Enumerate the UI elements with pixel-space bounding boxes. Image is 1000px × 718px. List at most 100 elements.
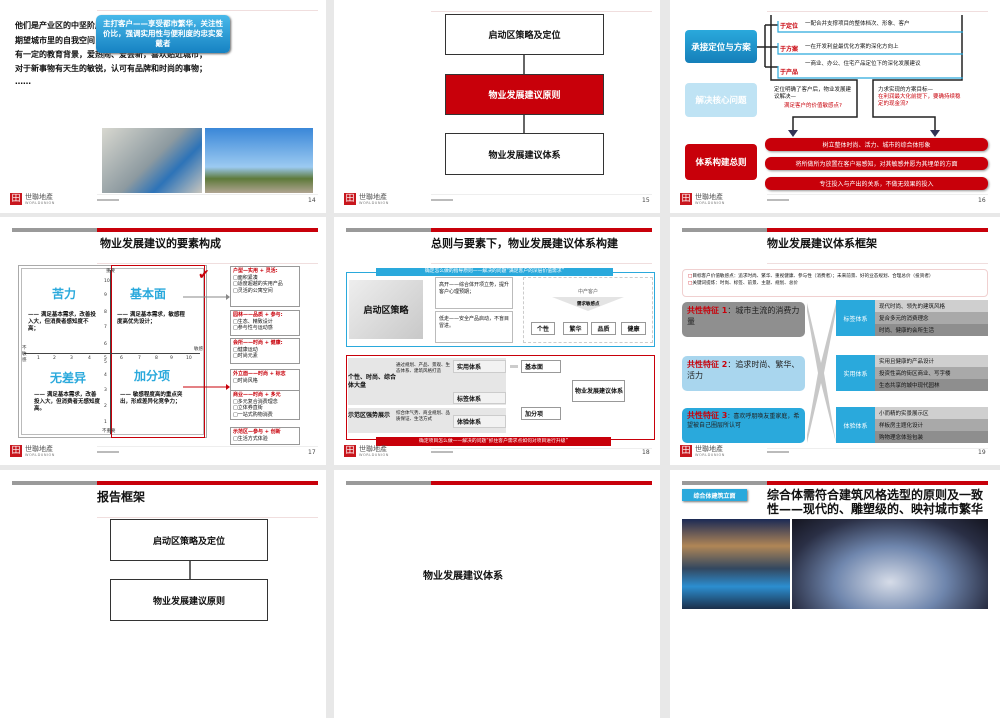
panel-item: □时尚元素 <box>233 353 258 359</box>
note-line: □关键词提炼：时尚、标签、前景、主题、规划、总价 <box>688 281 799 286</box>
tactic-high: 高开——综合体开项立势，提升客户心理预期； <box>435 277 513 309</box>
footer-text <box>431 451 453 453</box>
photo-worker <box>102 128 202 193</box>
slide-thumbnail-19[interactable]: 物业发展建议体系框架 □目标客户价值敏感点：追求时尚、繁华、重视健康、参与性（消… <box>670 217 1000 465</box>
divider <box>431 263 652 264</box>
branch-key: 于产品 <box>780 69 799 76</box>
feature-card: 共性特征 3：喜欢呼朋唤友重家庭，希望被自己圈层所认可 <box>682 408 805 443</box>
system-label: 实用体系 <box>836 355 875 391</box>
system-label: 体验体系 <box>836 407 875 443</box>
base-box: 基本面 <box>521 360 561 373</box>
callout-bubble: 主打客户——享受都市繁华，关注性价比，强调实用性与便利度的忠实爱戴者 <box>96 15 230 53</box>
footer-line <box>767 448 988 449</box>
footer-text <box>431 199 453 201</box>
result-box: 物业发展建议体系 <box>572 380 625 402</box>
question-left-red: 满足客户的价值敏感点? <box>784 103 842 109</box>
slide-title: 物业发展建议体系框架 <box>767 237 877 250</box>
header-bar-gray <box>12 481 97 485</box>
label-positioning: 承接定位与方案 <box>685 30 757 63</box>
footer-line <box>431 194 652 195</box>
header-bar-gray <box>346 481 431 485</box>
slide-thumbnail-15[interactable]: 启动区策略及定位 物业发展建议原则 物业发展建议体系 田世聯地產 WORLDUNI… <box>334 0 660 213</box>
box-principles: 物业发展建议原则 <box>110 579 268 621</box>
need-tag: 个性 <box>531 322 555 335</box>
panel-item: □灵活的公寓空间 <box>233 287 273 294</box>
slide-thumbnail-22[interactable]: 综合体建筑立面 综合体需符合建筑风格选型的原则及一致性——现代的、雕塑级的、映衬… <box>670 470 1000 718</box>
customer-label: 中产客户 <box>578 289 599 295</box>
company-logo: 田世聯地產 WORLDUNION <box>344 445 389 457</box>
principle-pill: 将所做所为放置在客户易感知，对其敏感并愿为其埋单的方面 <box>765 157 988 170</box>
body-line: …… <box>15 77 31 86</box>
system-practical: 实用体系 <box>453 360 506 373</box>
need-tag: 健康 <box>621 322 646 335</box>
page-number: 17 <box>308 449 316 456</box>
connector <box>189 561 191 579</box>
company-logo: 田世聯地產 WORLDUNION <box>10 193 55 205</box>
system-row: 投资性高的街区商业、写字楼 <box>875 367 988 379</box>
system-label: 标签体系 <box>836 300 875 336</box>
footer-text <box>97 199 119 201</box>
photo-night-render <box>682 519 790 609</box>
element-panel: 园林——品质 + 参与: □生态、精致设计 □参与性与运动感 <box>230 310 300 336</box>
box-principles-highlighted: 物业发展建议原则 <box>445 74 604 115</box>
system-row: 小而精的实景展示区 <box>875 407 988 419</box>
divider <box>97 517 318 518</box>
panel-item: □生活方式体验 <box>233 435 268 442</box>
header-bar-red <box>431 481 652 485</box>
group-b-desc: 综合体气势、商业规划、品质保证、生活方式 <box>396 411 450 422</box>
strategy-box: 启动区策略 <box>349 280 423 339</box>
panel-item: □参与性与运动感 <box>233 325 273 331</box>
branch-key: 于定位 <box>780 23 799 30</box>
question-right: 力求实现的方案目标— <box>878 87 934 93</box>
section-tag: 综合体建筑立面 <box>682 489 747 501</box>
element-panel: 示范区—参与 + 创新 □生活方式体验 <box>230 427 300 445</box>
principle-pill: 专注投入与产出的关系，不做无效果的投入 <box>765 177 988 190</box>
element-panel: 会所——时尚 + 健康: □健康运动 □时尚元素 <box>230 338 300 364</box>
panel-item: □一站式购物消费 <box>233 411 273 418</box>
system-label: 标签体系 <box>453 392 506 404</box>
feature-card: 共性特征 1：城市主流的消费力量 <box>682 302 805 337</box>
need-tag: 品质 <box>591 322 616 335</box>
slide-thumbnail-14[interactable]: 他们是产业区的中坚阶层，事业发展蒸蒸日上； 期望城市里的自我空间，讲究生活便利和… <box>0 0 326 213</box>
element-panel: 商业——时尚 + 多元 □多元复合消费理念 □立体券直街 □一站式购物消费 <box>230 390 300 420</box>
system-row: 复合多元的消费理念 <box>875 312 988 324</box>
page-number: 16 <box>978 197 986 204</box>
footer-line <box>767 194 988 195</box>
header-bar-gray <box>682 228 767 232</box>
footer-text <box>767 451 789 453</box>
branch-key: 于方案 <box>780 46 799 53</box>
slide-thumbnail-16[interactable]: 承接定位与方案 解决核心问题 体系构建总则 于定位 一配合并支撑项目的整体档次、… <box>670 0 1000 213</box>
photo-businessman <box>205 128 313 193</box>
system-row: 实用且健康的产品设计 <box>875 355 988 367</box>
branch-text: 一商业、办公、住宅产品定位下的深化发展建议 <box>805 61 921 67</box>
footer-line <box>97 446 318 447</box>
slide-title: 综合体需符合建筑风格选型的原则及一致性——现代的、雕塑级的、映衬城市繁华 <box>767 488 984 516</box>
footer-text <box>767 199 789 201</box>
company-logo: 田世聯地產 WORLDUNION <box>344 193 389 205</box>
photo-towers <box>792 519 988 609</box>
section-heading: 物业发展建议体系 <box>423 571 503 582</box>
panel-item: □时尚风格 <box>233 377 258 384</box>
group-b-title: 示范区强势展示 <box>348 412 391 419</box>
slide-thumbnail-21[interactable]: 物业发展建议体系 <box>334 470 660 718</box>
box-startup-strategy: 启动区策略及定位 <box>445 14 604 55</box>
slide-title: 总则与要素下，物业发展建议体系构建 <box>431 237 618 250</box>
divider <box>97 10 318 11</box>
header-bar-gray <box>682 481 767 485</box>
slide-thumbnail-18[interactable]: 总则与要素下，物业发展建议体系构建 确定怎么做的指导原则——解决的问题“满足客户… <box>334 217 660 465</box>
question-right-red: 在利润最大化前提下，要确持续稳定的现金流? <box>878 94 961 107</box>
page-number: 14 <box>308 197 316 204</box>
notes-box: □目标客户价值敏感点：追求时尚、繁华、重视健康、参与性（消费者）；未来前景、好的… <box>682 269 988 297</box>
slide-thumbnail-17[interactable]: 物业发展建议的要素构成 重要 不重要 不敏感 敏感 1 2 3 4 5 6 7 8 9 10 10… <box>0 217 326 465</box>
note-line: □目标客户价值敏感点：追求时尚、繁华、重视健康、参与性（消费者）；未来前景、好的… <box>688 274 934 279</box>
top-banner: 确定怎么做的指导原则——解决的问题“满足客户的深层价值需求” <box>376 268 613 276</box>
body-line: 对于新事物有天生的敏锐，认可有品牌和时尚的事物； <box>15 64 207 73</box>
question-left: 定位明确了客户后，物业发展建议解决— <box>774 87 852 100</box>
tactic-low: 低走——安全产品启动，不盲目冒进。 <box>435 311 513 343</box>
slide-thumbnail-20[interactable]: 报告框架 启动区策略及定位 物业发展建议原则 <box>0 470 326 718</box>
need-tag: 繁华 <box>563 322 588 335</box>
group-a-desc: 通过规划、产品、景观、生态体系、建筑风格打造 <box>396 363 450 374</box>
header-bar-red <box>767 481 988 485</box>
header-bar-red <box>97 481 318 485</box>
system-row: 购物理念体验包装 <box>875 431 988 443</box>
